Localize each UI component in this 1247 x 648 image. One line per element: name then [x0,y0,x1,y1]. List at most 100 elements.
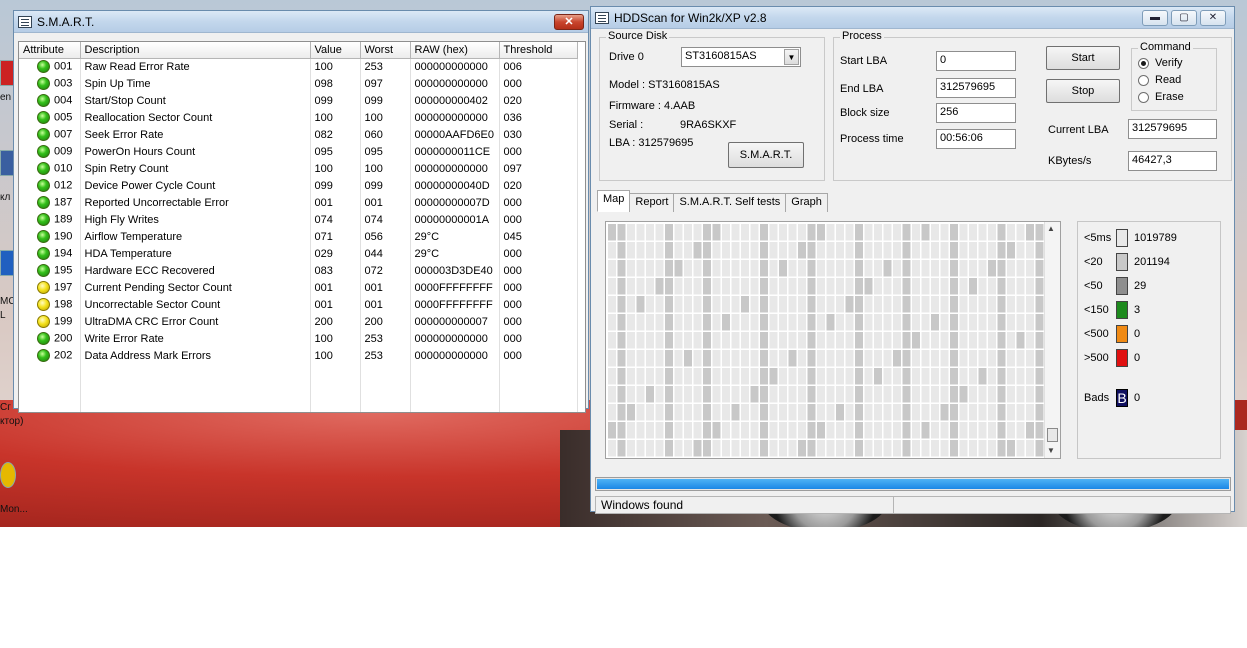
attribute-cell: 007 [19,126,81,143]
scroll-down-icon[interactable]: ▼ [1047,446,1055,455]
model-label: Model : ST3160815AS [609,79,720,91]
read-radio[interactable]: Read [1138,74,1181,86]
map-block [817,278,825,295]
kbytes-field[interactable]: 46427,3 [1128,151,1217,171]
desktop-icon[interactable] [0,150,14,176]
map-block [1035,422,1044,439]
desktop-icon[interactable] [0,250,14,276]
map-block [836,314,844,331]
stop-button[interactable]: Stop [1046,79,1120,103]
worst-cell: 001 [360,194,411,211]
smart-titlebar[interactable]: S.M.A.R.T. ✕ [14,11,588,33]
table-row[interactable]: 009 PowerOn Hours Count 095 095 0000000011CE… [19,143,578,160]
map-block [712,278,721,295]
map-block [779,260,787,277]
erase-radio[interactable]: Erase [1138,91,1184,103]
map-block [988,368,996,385]
column-header-description[interactable]: Description [80,42,311,59]
map-scrollbar[interactable]: ▲ ▼ [1044,222,1060,458]
current-lba-field[interactable]: 312579695 [1128,119,1217,139]
map-block [646,386,654,403]
map-block [693,332,702,349]
table-row[interactable]: 010 Spin Retry Count 100 100 000000000000 097 [19,160,578,177]
column-header-raw[interactable]: RAW (hex) [410,42,500,59]
minimize-button[interactable]: ▬ [1142,9,1168,26]
map-block [1035,242,1044,259]
scroll-up-icon[interactable]: ▲ [1047,224,1055,233]
verify-radio[interactable]: Verify [1138,57,1183,69]
map-block [722,368,730,385]
start-lba-field[interactable]: 0 [936,51,1016,71]
tab-graph[interactable]: Graph [785,193,828,212]
table-row[interactable]: 198 Uncorrectable Sector Count 001 001 0000F… [19,296,578,313]
map-block [836,404,844,421]
map-block [1035,332,1044,349]
table-row[interactable]: 005 Reallocation Sector Count 100 100 000000… [19,109,578,126]
map-block [703,314,711,331]
column-header-threshold[interactable]: Threshold [499,42,578,59]
table-row[interactable]: 194 HDA Temperature 029 044 29°C 000 [19,245,578,262]
map-block [969,242,977,259]
map-block [826,422,835,439]
desktop-icon[interactable] [0,60,14,86]
map-block [1026,260,1034,277]
desktop-icon[interactable] [0,462,16,488]
map-block [902,224,911,241]
column-header-attribute[interactable]: Attribute [19,42,81,59]
table-row[interactable]: 202 Data Address Mark Errors 100 253 0000000… [19,347,578,364]
smart-attribute-list[interactable]: Attribute Description Value Worst RAW (h… [18,41,586,413]
map-block [912,278,920,295]
surface-map[interactable]: ▲ ▼ [605,221,1061,459]
raw-cell: 000000000000 [410,330,500,347]
end-lba-field[interactable]: 312579695 [936,78,1016,98]
current-lba-label: Current LBA [1048,124,1109,136]
column-header-worst[interactable]: Worst [360,42,411,59]
table-row[interactable]: 200 Write Error Rate 100 253 000000000000 000 [19,330,578,347]
table-row[interactable]: 197 Current Pending Sector Count 001 001 000… [19,279,578,296]
tab-map[interactable]: Map [597,190,631,212]
tab-smart-self-tests[interactable]: S.M.A.R.T. Self tests [673,193,787,212]
table-row[interactable]: 195 Hardware ECC Recovered 083 072 000003D3D… [19,262,578,279]
table-row[interactable]: 012 Device Power Cycle Count 099 099 0000000… [19,177,578,194]
block-size-field[interactable]: 256 [936,103,1016,123]
map-block [760,224,768,241]
map-block [959,422,968,439]
worst-cell: 095 [360,143,411,160]
map-block [807,278,816,295]
drive-select[interactable]: ST3160815AS ▼ [681,47,801,67]
table-row[interactable]: 001 Raw Read Error Rate 100 253 000000000000… [19,58,578,75]
table-row[interactable]: 190 Airflow Temperature 071 056 29°C 045 [19,228,578,245]
map-block [826,332,835,349]
start-button[interactable]: Start [1046,46,1120,70]
table-row[interactable]: 007 Seek Error Rate 082 060 00000AAFD6E0 030 [19,126,578,143]
table-row[interactable]: 003 Spin Up Time 098 097 000000000000 000 [19,75,578,92]
radio-button-icon[interactable] [1138,91,1149,103]
tab-report[interactable]: Report [629,193,675,212]
map-block [655,386,664,403]
threshold-cell: 045 [499,228,578,245]
map-block [978,314,987,331]
value-cell: 071 [310,228,361,245]
attribute-id: 003 [54,77,73,90]
map-block [741,422,749,439]
scroll-thumb[interactable] [1047,428,1058,442]
table-row[interactable]: 199 UltraDMA CRC Error Count 200 200 0000000… [19,313,578,330]
radio-button-icon[interactable] [1138,74,1149,86]
map-block [1035,314,1044,331]
map-block [684,350,692,367]
radio-button-icon[interactable] [1138,57,1149,69]
table-row[interactable]: 187 Reported Uncorrectable Error 001 001 000… [19,194,578,211]
smart-button[interactable]: S.M.A.R.T. [728,142,804,168]
close-button[interactable]: ✕ [1200,9,1226,26]
column-header-value[interactable]: Value [310,42,361,59]
attribute-id: 195 [54,264,73,277]
process-time-field[interactable]: 00:56:06 [936,129,1016,149]
table-row[interactable]: 189 High Fly Writes 074 074 00000000001A 000 [19,211,578,228]
hddscan-titlebar[interactable]: HDDScan for Win2k/XP v2.8 ▬ ▢ ✕ [591,7,1234,29]
map-block [798,350,806,367]
close-button[interactable]: ✕ [554,13,584,30]
maximize-button[interactable]: ▢ [1171,9,1197,26]
chevron-down-icon[interactable]: ▼ [784,49,799,65]
map-block [741,242,749,259]
table-row[interactable]: 004 Start/Stop Count 099 099 000000000402 020 [19,92,578,109]
